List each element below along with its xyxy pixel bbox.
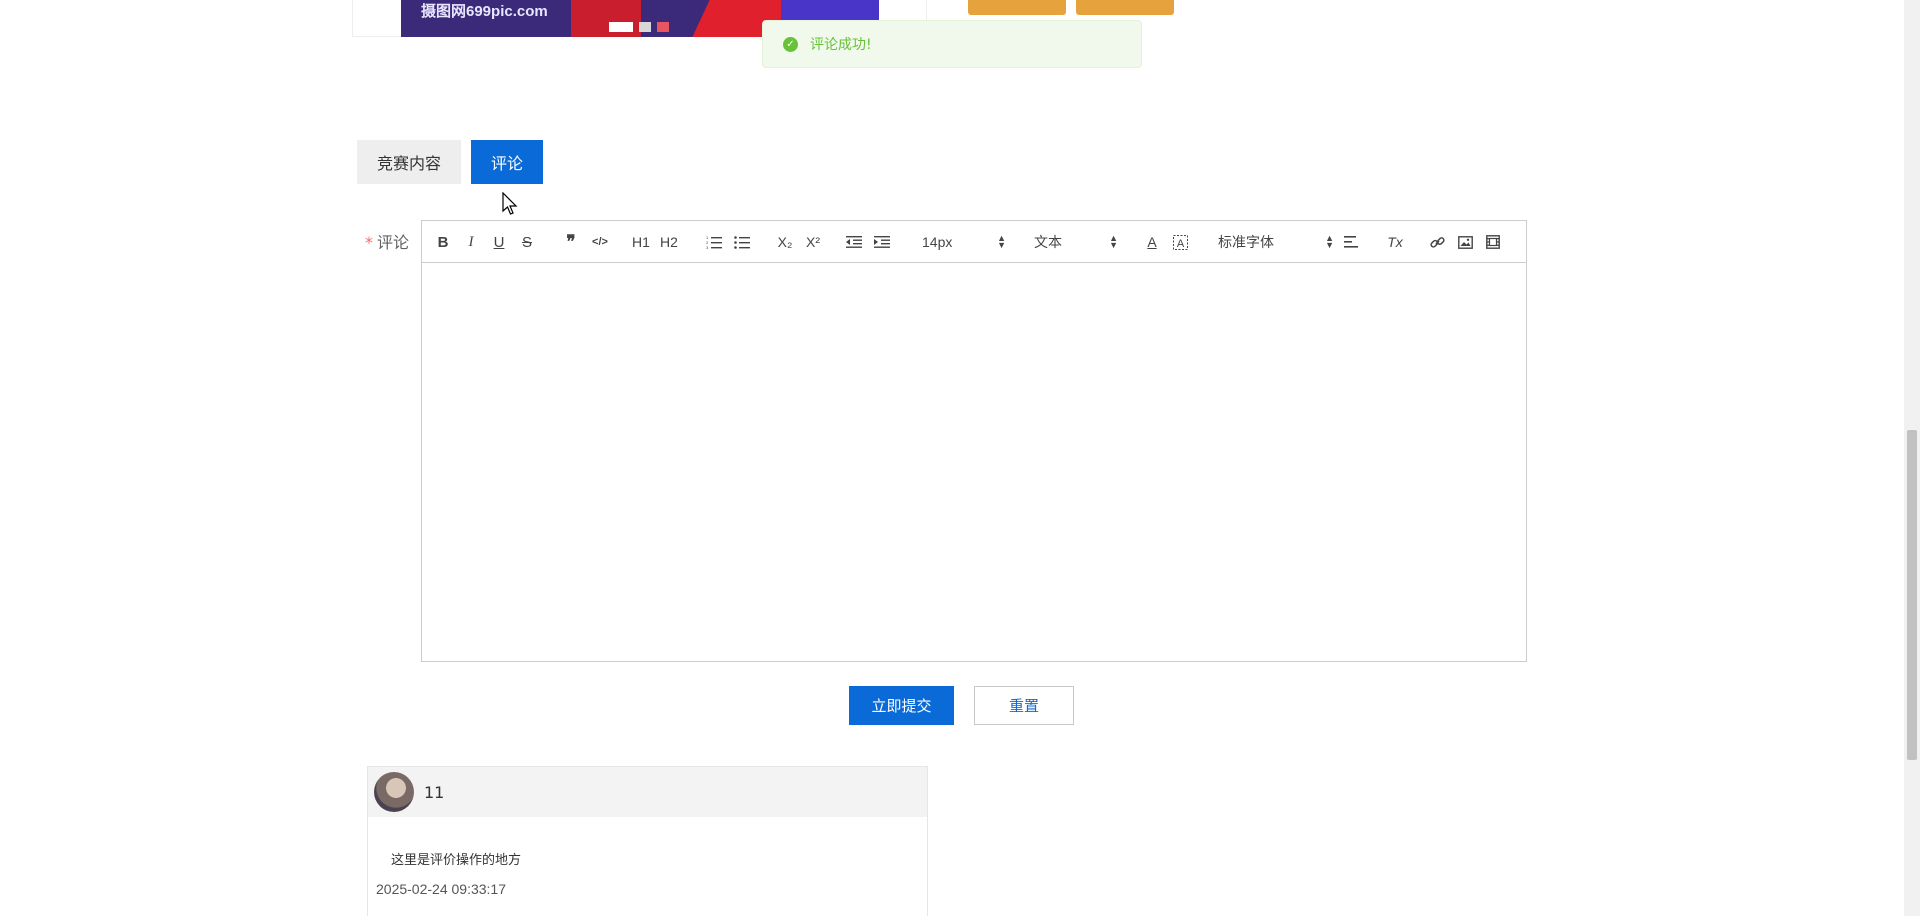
comment-field-label: * 评论 xyxy=(365,229,409,253)
banner-watermark: 摄图网699pic.com xyxy=(421,3,548,20)
page-scrollbar[interactable] xyxy=(1904,0,1920,916)
editor-content-area[interactable] xyxy=(422,263,1526,661)
bold-button[interactable]: B xyxy=(432,221,454,263)
tab-contest-content[interactable]: 竞赛内容 xyxy=(357,140,461,184)
rich-text-editor: B I U S ❞ </> H1 H2 123 X₂ X² 14px ▲ ▼ 文本 ▲… xyxy=(421,220,1527,662)
align-left-icon[interactable] xyxy=(1340,221,1362,263)
image-icon[interactable] xyxy=(1454,221,1476,263)
italic-button[interactable]: I xyxy=(460,221,482,263)
font-family-select[interactable]: 标准字体 ▲ ▼ xyxy=(1218,221,1334,263)
tab-comment[interactable]: 评论 xyxy=(471,140,543,184)
link-icon[interactable] xyxy=(1426,221,1448,263)
success-toast: ✓ 评论成功! xyxy=(762,20,1142,68)
select-arrows-icon: ▲ ▼ xyxy=(997,233,1006,250)
required-mark: * xyxy=(365,233,373,252)
code-block-button[interactable]: </> xyxy=(588,221,612,263)
outdent-icon[interactable] xyxy=(843,221,865,263)
font-size-value: 14px xyxy=(922,234,953,250)
background-color-icon[interactable]: A xyxy=(1170,221,1190,263)
underline-button[interactable]: U xyxy=(488,221,510,263)
scrollbar-thumb[interactable] xyxy=(1907,430,1917,760)
subscript-button[interactable]: X₂ xyxy=(773,221,797,263)
select-arrows-icon: ▲ ▼ xyxy=(1109,233,1118,250)
font-family-value: 标准字体 xyxy=(1218,234,1274,250)
font-color-button[interactable]: A xyxy=(1142,221,1162,263)
carousel-indicator-3[interactable] xyxy=(657,22,669,32)
bullet-list-icon[interactable] xyxy=(731,221,753,263)
top-action-button-1[interactable] xyxy=(968,0,1066,15)
strike-button[interactable]: S xyxy=(516,221,538,263)
ordered-list-icon[interactable]: 123 xyxy=(703,221,725,263)
comment-text: 这里是评价操作的地方 xyxy=(391,853,522,868)
blockquote-button[interactable]: ❞ xyxy=(560,221,582,263)
header-select[interactable]: 文本 ▲ ▼ xyxy=(1034,221,1118,263)
font-size-select[interactable]: 14px ▲ ▼ xyxy=(922,221,1006,263)
comment-header: 11 xyxy=(368,767,927,817)
submit-button[interactable]: 立即提交 xyxy=(849,686,954,725)
header-2-button[interactable]: H2 xyxy=(657,221,681,263)
comment-timestamp: 2025-02-24 09:33:17 xyxy=(376,881,506,897)
top-action-button-2[interactable] xyxy=(1076,0,1174,15)
check-circle-icon: ✓ xyxy=(783,36,798,52)
superscript-button[interactable]: X² xyxy=(801,221,825,263)
clean-format-button[interactable]: Tx xyxy=(1384,221,1406,263)
toast-message: 评论成功! xyxy=(810,37,872,53)
header-select-value: 文本 xyxy=(1034,234,1062,250)
avatar xyxy=(374,772,414,812)
carousel-indicator-1[interactable] xyxy=(609,22,633,32)
reset-button[interactable]: 重置 xyxy=(974,686,1074,725)
comment-username: 11 xyxy=(424,782,445,802)
select-arrows-icon: ▲ ▼ xyxy=(1325,233,1334,250)
header-1-button[interactable]: H1 xyxy=(629,221,653,263)
comment-label-text: 评论 xyxy=(377,233,410,252)
editor-toolbar: B I U S ❞ </> H1 H2 123 X₂ X² 14px ▲ ▼ 文本 ▲… xyxy=(422,221,1526,263)
mouse-cursor-icon xyxy=(502,192,518,215)
comment-item: 11 这里是评价操作的地方 2025-02-24 09:33:17 xyxy=(367,766,928,916)
carousel-indicator-2[interactable] xyxy=(639,22,651,32)
video-icon[interactable] xyxy=(1482,221,1504,263)
svg-text:3: 3 xyxy=(706,245,709,249)
svg-text:A: A xyxy=(1176,238,1184,250)
indent-icon[interactable] xyxy=(871,221,893,263)
